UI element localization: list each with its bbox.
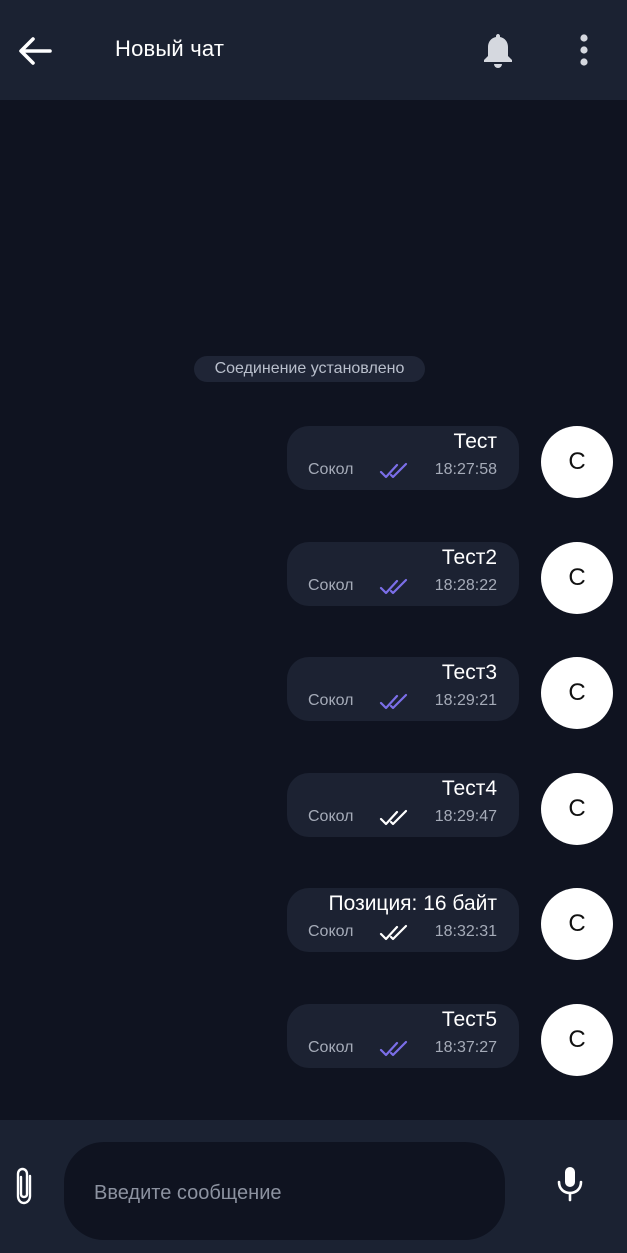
message-text: Позиция: 16 байт: [328, 892, 497, 915]
message-sender: Сокол: [308, 692, 354, 709]
app-header: Новый чат: [0, 0, 627, 100]
message-bubble[interactable]: Тест4 Сокол 18:29:47: [287, 773, 519, 837]
message-time: 18:37:27: [434, 1039, 497, 1056]
message-time: 18:32:31: [434, 923, 497, 940]
avatar[interactable]: С: [541, 657, 613, 729]
avatar[interactable]: С: [541, 888, 613, 960]
message-bubble[interactable]: Тест2 Сокол 18:28:22: [287, 542, 519, 606]
message-bubble[interactable]: Тест Сокол 18:27:58: [287, 426, 519, 490]
message-row: Тест4 Сокол 18:29:47 С: [0, 773, 627, 845]
message-row: Позиция: 16 байт Сокол 18:32:31 С: [0, 888, 627, 960]
message-text: Тест: [453, 430, 497, 453]
message-input-container: [64, 1142, 505, 1240]
message-bubble[interactable]: Позиция: 16 байт Сокол 18:32:31: [287, 888, 519, 952]
paperclip-icon: [16, 1167, 32, 1205]
bell-icon: [484, 34, 512, 68]
more-menu-button[interactable]: [566, 28, 602, 72]
message-sender: Сокол: [308, 923, 354, 940]
back-button[interactable]: [14, 30, 56, 72]
message-text: Тест2: [441, 546, 497, 569]
chat-title: Новый чат: [115, 36, 225, 61]
avatar[interactable]: С: [541, 542, 613, 614]
double-check-icon: [379, 1040, 408, 1057]
message-time: 18:28:22: [434, 577, 497, 594]
double-check-icon: [379, 693, 408, 710]
double-check-icon: [379, 578, 408, 595]
message-time: 18:29:21: [434, 692, 497, 709]
connection-status-notice: Соединение установлено: [194, 356, 425, 382]
double-check-icon: [379, 924, 408, 941]
composer-bar: [0, 1120, 627, 1253]
message-row: Тест Сокол 18:27:58 С: [0, 426, 627, 498]
message-row: Тест5 Сокол 18:37:27 С: [0, 1004, 627, 1076]
attach-button[interactable]: [6, 1164, 42, 1208]
message-bubble[interactable]: Тест3 Сокол 18:29:21: [287, 657, 519, 721]
voice-message-button[interactable]: [548, 1162, 592, 1206]
message-row: Тест3 Сокол 18:29:21 С: [0, 657, 627, 729]
message-input[interactable]: [92, 1172, 486, 1214]
arrow-left-icon: [19, 37, 52, 65]
avatar[interactable]: С: [541, 1004, 613, 1076]
message-sender: Сокол: [308, 1039, 354, 1056]
message-text: Тест5: [441, 1008, 497, 1031]
message-row: Тест2 Сокол 18:28:22 С: [0, 542, 627, 614]
message-text: Тест4: [441, 777, 497, 800]
more-vertical-icon: [580, 34, 588, 66]
double-check-icon: [379, 462, 408, 479]
microphone-icon: [557, 1167, 583, 1202]
message-text: Тест3: [441, 661, 497, 684]
message-sender: Сокол: [308, 577, 354, 594]
message-sender: Сокол: [308, 808, 354, 825]
avatar[interactable]: С: [541, 426, 613, 498]
double-check-icon: [379, 809, 408, 826]
avatar[interactable]: С: [541, 773, 613, 845]
message-time: 18:27:58: [434, 461, 497, 478]
message-bubble[interactable]: Тест5 Сокол 18:37:27: [287, 1004, 519, 1068]
message-sender: Сокол: [308, 461, 354, 478]
chat-screen: Новый чат Соединение установлено Тест Сок…: [0, 0, 627, 1253]
notifications-button[interactable]: [476, 28, 520, 72]
message-time: 18:29:47: [434, 808, 497, 825]
